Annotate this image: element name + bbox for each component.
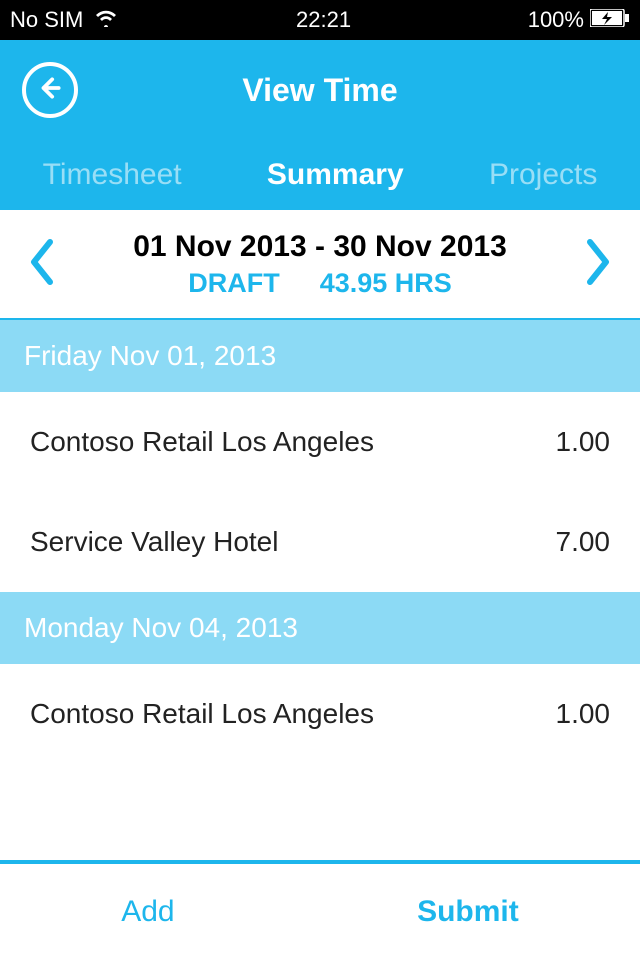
entry-hours: 1.00 [556, 426, 611, 458]
date-section-header: Monday Nov 04, 2013 [0, 592, 640, 664]
carrier-text: No SIM [10, 7, 83, 33]
page-title: View Time [242, 72, 397, 109]
entry-name: Contoso Retail Los Angeles [30, 426, 374, 458]
nav-header: View Time Timesheet Summary Projects [0, 40, 640, 210]
time-entry-row[interactable]: Service Valley Hotel 7.00 [0, 492, 640, 592]
status-time: 22:21 [296, 7, 351, 33]
wifi-icon [93, 7, 119, 33]
next-period-button[interactable] [584, 238, 612, 291]
submit-button[interactable]: Submit [417, 895, 519, 929]
tabs: Timesheet Summary Projects [0, 140, 640, 210]
summary-list: Friday Nov 01, 2013 Contoso Retail Los A… [0, 320, 640, 860]
entry-hours: 1.00 [556, 698, 611, 730]
bottom-toolbar: Add Submit [0, 860, 640, 960]
date-section-header: Friday Nov 01, 2013 [0, 320, 640, 392]
entry-name: Service Valley Hotel [30, 526, 278, 558]
time-entry-row[interactable]: Contoso Retail Los Angeles 1.00 [0, 392, 640, 492]
battery-icon [590, 7, 630, 33]
battery-text: 100% [528, 7, 584, 33]
add-button[interactable]: Add [121, 895, 174, 929]
tab-summary[interactable]: Summary [267, 158, 404, 192]
time-entry-row[interactable]: Contoso Retail Los Angeles 1.00 [0, 664, 640, 764]
tab-projects[interactable]: Projects [489, 158, 597, 192]
total-hours: 43.95 HRS [320, 268, 452, 299]
entry-hours: 7.00 [556, 526, 611, 558]
status-bar: No SIM 22:21 100% [0, 0, 640, 40]
date-navigator: 01 Nov 2013 - 30 Nov 2013 DRAFT 43.95 HR… [0, 210, 640, 320]
prev-period-button[interactable] [28, 238, 56, 291]
back-button[interactable] [22, 62, 78, 118]
back-arrow-icon [37, 75, 63, 106]
tab-timesheet[interactable]: Timesheet [43, 158, 182, 192]
date-range: 01 Nov 2013 - 30 Nov 2013 [56, 230, 584, 264]
timesheet-status: DRAFT [188, 268, 279, 299]
entry-name: Contoso Retail Los Angeles [30, 698, 374, 730]
